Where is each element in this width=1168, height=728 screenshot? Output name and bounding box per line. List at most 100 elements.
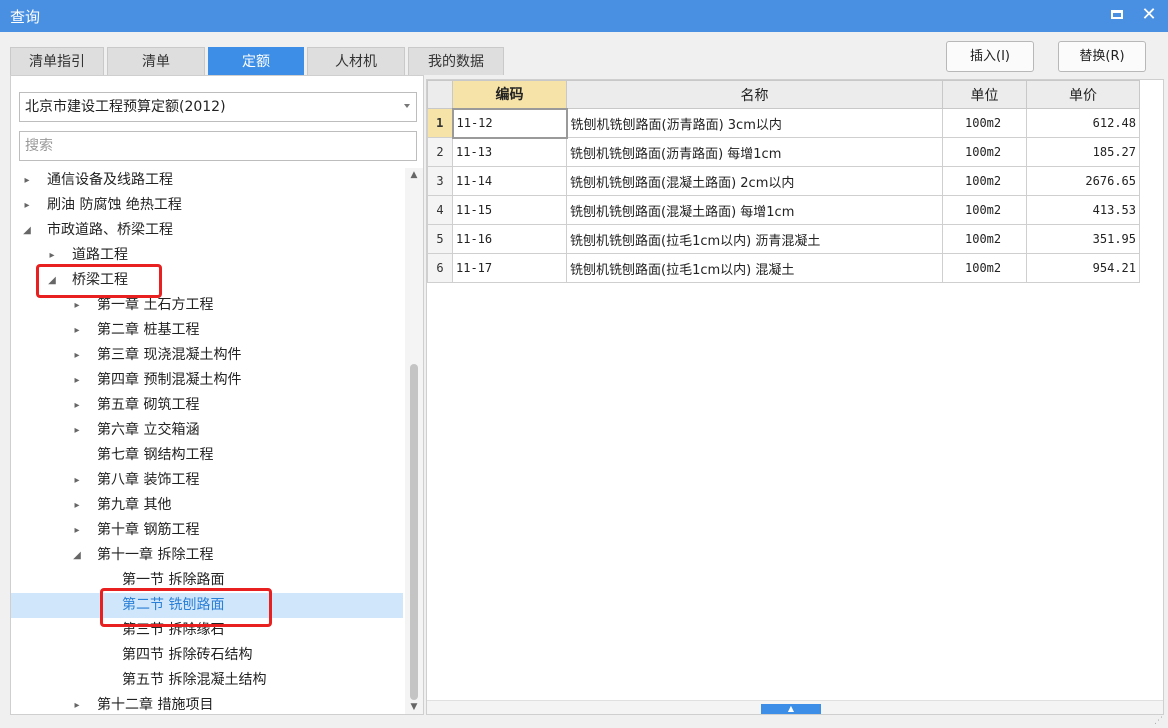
tree-item[interactable]: 第五节 拆除混凝土结构 (11, 668, 403, 693)
name-cell[interactable]: 铣刨机铣刨路面(拉毛1cm以内) 沥青混凝土 (566, 224, 943, 254)
tab-my-data[interactable]: 我的数据 (408, 47, 504, 75)
price-cell[interactable]: 954.21 (1026, 253, 1140, 283)
scroll-up-icon[interactable]: ▲ (405, 168, 423, 182)
price-cell[interactable]: 612.48 (1026, 108, 1140, 138)
tree-scrollbar[interactable]: ▲ ▼ (405, 168, 423, 714)
tree-item-label: 第三章 现浇混凝土构件 (97, 347, 242, 363)
tree-item[interactable]: 第二节 铣刨路面 (11, 593, 403, 618)
tree-item[interactable]: ▸ 道路工程 (11, 243, 403, 268)
tree-item[interactable]: ◢ 桥梁工程 (11, 268, 403, 293)
tab-qingdan[interactable]: 清单 (107, 47, 205, 75)
tree-item[interactable]: 第七章 钢结构工程 (11, 443, 403, 468)
tree-item[interactable]: ▸ 通信设备及线路工程 (11, 168, 403, 193)
table-row[interactable]: 4 11-15 铣刨机铣刨路面(混凝土路面) 每增1cm 100m2 413.53 (427, 195, 1140, 225)
expanded-arrow-icon[interactable]: ◢ (21, 218, 33, 243)
tree-item[interactable]: ◢ 第十一章 拆除工程 (11, 543, 403, 568)
insert-button[interactable]: 插入(I) (946, 41, 1034, 72)
expanded-arrow-icon[interactable]: ◢ (46, 268, 58, 293)
unit-cell[interactable]: 100m2 (942, 253, 1027, 283)
name-cell[interactable]: 铣刨机铣刨路面(混凝土路面) 2cm以内 (566, 166, 943, 196)
minimize-icon[interactable] (1106, 3, 1128, 27)
resize-grip-icon[interactable]: ⋰ (1154, 716, 1163, 726)
tree-item[interactable]: 第一节 拆除路面 (11, 568, 403, 593)
col-header-price[interactable]: 单价 (1026, 80, 1140, 109)
chevron-down-icon (404, 104, 410, 108)
tree-item[interactable]: ▸ 第十章 钢筋工程 (11, 518, 403, 543)
collapsed-arrow-icon[interactable]: ▸ (21, 193, 33, 218)
col-header-code[interactable]: 编码 (452, 80, 567, 109)
code-cell[interactable]: 11-16 (452, 224, 567, 254)
table-row[interactable]: 1 11-12 铣刨机铣刨路面(沥青路面) 3cm以内 100m2 612.48 (427, 107, 1140, 139)
col-header-name[interactable]: 名称 (566, 80, 943, 109)
name-cell[interactable]: 铣刨机铣刨路面(沥青路面) 3cm以内 (566, 108, 943, 138)
unit-cell[interactable]: 100m2 (942, 137, 1027, 167)
collapsed-arrow-icon[interactable]: ▸ (21, 168, 33, 193)
tree-item[interactable]: 第三节 拆除缘石 (11, 618, 403, 643)
unit-cell[interactable]: 100m2 (942, 224, 1027, 254)
name-cell[interactable]: 铣刨机铣刨路面(拉毛1cm以内) 混凝土 (566, 253, 943, 283)
tree-item[interactable]: ▸ 第四章 预制混凝土构件 (11, 368, 403, 393)
name-cell[interactable]: 铣刨机铣刨路面(沥青路面) 每增1cm (566, 137, 943, 167)
tree-item[interactable]: ▸ 第九章 其他 (11, 493, 403, 518)
code-cell[interactable]: 11-14 (452, 166, 567, 196)
code-cell[interactable]: 11-15 (452, 195, 567, 225)
table-row[interactable]: 5 11-16 铣刨机铣刨路面(拉毛1cm以内) 沥青混凝土 100m2 351.95 (427, 224, 1140, 254)
unit-cell[interactable]: 100m2 (942, 166, 1027, 196)
expanded-arrow-icon[interactable]: ◢ (71, 543, 83, 568)
table-row[interactable]: 2 11-13 铣刨机铣刨路面(沥青路面) 每增1cm 100m2 185.27 (427, 137, 1140, 167)
collapsed-arrow-icon[interactable]: ▸ (71, 393, 83, 418)
tree-item[interactable]: ▸ 第二章 桩基工程 (11, 318, 403, 343)
collapsed-arrow-icon[interactable]: ▸ (71, 343, 83, 368)
close-icon[interactable]: ✕ (1138, 3, 1160, 27)
collapsed-arrow-icon[interactable]: ▸ (71, 368, 83, 393)
code-cell[interactable]: 11-17 (452, 253, 567, 283)
title-bar: 查询 ✕ (0, 0, 1168, 32)
quota-library-select[interactable]: 北京市建设工程预算定额(2012) (19, 92, 417, 122)
scroll-down-icon[interactable]: ▼ (405, 700, 423, 714)
table-row[interactable]: 6 11-17 铣刨机铣刨路面(拉毛1cm以内) 混凝土 100m2 954.21 (427, 253, 1140, 283)
splitter-handle-icon[interactable]: ▲ (761, 704, 821, 714)
price-cell[interactable]: 2676.65 (1026, 166, 1140, 196)
price-cell[interactable]: 351.95 (1026, 224, 1140, 254)
collapsed-arrow-icon[interactable]: ▸ (71, 518, 83, 543)
collapsed-arrow-icon[interactable]: ▸ (71, 493, 83, 518)
tree-item[interactable]: ▸ 第八章 装饰工程 (11, 468, 403, 493)
row-number[interactable]: 2 (427, 137, 453, 167)
col-header-unit[interactable]: 单位 (942, 80, 1027, 109)
tab-dinge[interactable]: 定额 (208, 47, 304, 75)
tree-item[interactable]: ◢ 市政道路、桥梁工程 (11, 218, 403, 243)
collapsed-arrow-icon[interactable]: ▸ (71, 468, 83, 493)
collapsed-arrow-icon[interactable]: ▸ (71, 693, 83, 714)
tree-item[interactable]: ▸ 第一章 土石方工程 (11, 293, 403, 318)
tree-item[interactable]: ▸ 第三章 现浇混凝土构件 (11, 343, 403, 368)
code-cell[interactable]: 11-12 (451, 107, 568, 139)
search-input[interactable] (19, 131, 417, 161)
tree-item-label: 第六章 立交箱涵 (97, 422, 200, 438)
collapsed-arrow-icon[interactable]: ▸ (46, 243, 58, 268)
tree-item[interactable]: ▸ 第十二章 措施项目 (11, 693, 403, 714)
collapsed-arrow-icon[interactable]: ▸ (71, 418, 83, 443)
tree-item[interactable]: ▸ 第六章 立交箱涵 (11, 418, 403, 443)
row-number[interactable]: 4 (427, 195, 453, 225)
grid-scrollbar[interactable]: ▲ (427, 700, 1163, 714)
scroll-thumb[interactable] (410, 364, 418, 700)
tree-item[interactable]: 第四节 拆除砖石结构 (11, 643, 403, 668)
tab-rencaiji[interactable]: 人材机 (307, 47, 405, 75)
collapsed-arrow-icon[interactable]: ▸ (71, 318, 83, 343)
row-number[interactable]: 1 (427, 108, 453, 138)
tree-item[interactable]: ▸ 刷油 防腐蚀 绝热工程 (11, 193, 403, 218)
tab-qingdan-zhiyin[interactable]: 清单指引 (10, 47, 104, 75)
tree-item[interactable]: ▸ 第五章 砌筑工程 (11, 393, 403, 418)
table-row[interactable]: 3 11-14 铣刨机铣刨路面(混凝土路面) 2cm以内 100m2 2676.65 (427, 166, 1140, 196)
name-cell[interactable]: 铣刨机铣刨路面(混凝土路面) 每增1cm (566, 195, 943, 225)
collapsed-arrow-icon[interactable]: ▸ (71, 293, 83, 318)
price-cell[interactable]: 185.27 (1026, 137, 1140, 167)
row-number[interactable]: 6 (427, 253, 453, 283)
price-cell[interactable]: 413.53 (1026, 195, 1140, 225)
row-number[interactable]: 3 (427, 166, 453, 196)
code-cell[interactable]: 11-13 (452, 137, 567, 167)
row-number[interactable]: 5 (427, 224, 453, 254)
unit-cell[interactable]: 100m2 (942, 195, 1027, 225)
replace-button[interactable]: 替换(R) (1058, 41, 1146, 72)
unit-cell[interactable]: 100m2 (942, 108, 1027, 138)
